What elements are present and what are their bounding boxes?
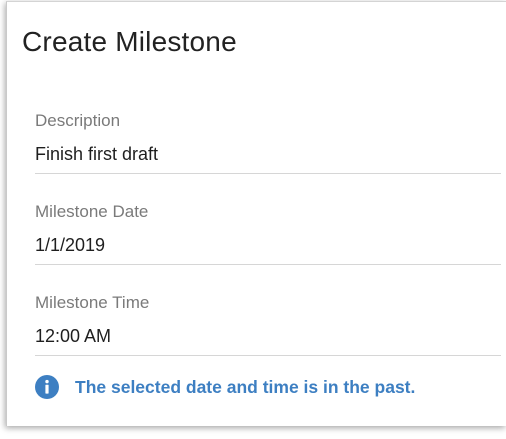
description-input[interactable] (35, 144, 465, 165)
milestone-time-label: Milestone Time (35, 293, 150, 312)
milestone-time-underline (35, 355, 501, 356)
milestone-time-input[interactable] (35, 326, 465, 347)
past-date-notice: The selected date and time is in the pas… (35, 374, 415, 400)
milestone-date-underline (35, 264, 501, 265)
milestone-date-input[interactable] (35, 235, 465, 256)
notice-text: The selected date and time is in the pas… (75, 376, 416, 397)
milestone-date-field[interactable]: Milestone Date (7, 202, 501, 284)
description-label: Description (35, 111, 121, 130)
dialog-title: Create Milestone (22, 26, 237, 57)
create-milestone-dialog: Create Milestone Description Milestone D… (6, 1, 506, 426)
milestone-date-label: Milestone Date (35, 202, 149, 221)
description-field[interactable]: Description (7, 111, 501, 193)
info-icon (35, 375, 59, 399)
description-underline (35, 173, 501, 174)
milestone-time-field[interactable]: Milestone Time (7, 293, 501, 375)
